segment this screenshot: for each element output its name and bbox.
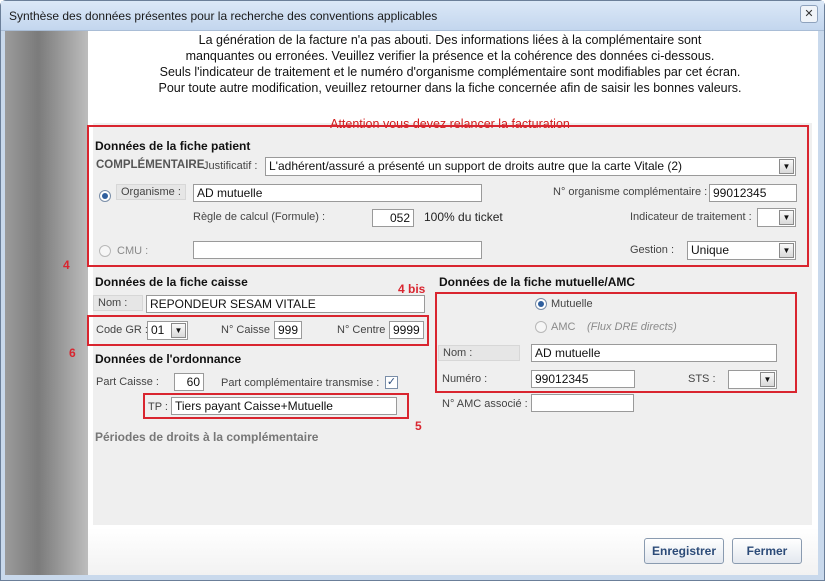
close-icon[interactable]: ✕ <box>800 5 818 23</box>
message-line-4: Pour toute autre modification, veuillez … <box>158 81 742 95</box>
caisse-nom-label: Nom : <box>93 295 143 311</box>
annotation-number-5: 5 <box>415 419 422 433</box>
caisse-nom-field: REPONDEUR SESAM VITALE <box>146 295 425 313</box>
mutuelle-section-title: Données de la fiche mutuelle/AMC <box>439 275 636 289</box>
message-line-3: Seuls l'indicateur de traitement et le n… <box>159 65 741 79</box>
annotation-box-4 <box>87 125 809 267</box>
message-line-1: La génération de la facture n'a pas abou… <box>198 33 702 47</box>
amc-assoc-label: N° AMC associé : <box>442 398 528 410</box>
close-button[interactable]: Fermer <box>732 538 802 564</box>
amc-assoc-field <box>531 394 634 412</box>
message-line-2: manquantes ou erronées. Veuillez verifie… <box>185 49 715 63</box>
save-button[interactable]: Enregistrer <box>644 538 724 564</box>
annotation-number-4: 4 <box>63 258 70 272</box>
annotation-number-4bis: 4 bis <box>398 282 426 296</box>
part-caisse-label: Part Caisse : <box>96 376 159 388</box>
left-decoration <box>5 31 88 575</box>
periodes-title: Périodes de droits à la complémentaire <box>95 430 319 444</box>
annotation-box-5 <box>143 393 409 419</box>
annotation-box-4bis <box>435 292 797 393</box>
annotation-number-6: 6 <box>69 346 76 360</box>
part-caisse-field: 60 <box>174 373 204 391</box>
part-compl-checkbox[interactable]: ✓ <box>385 376 398 389</box>
part-compl-label: Part complémentaire transmise : <box>221 377 380 389</box>
ordonnance-section-title: Données de l'ordonnance <box>95 352 242 366</box>
title-bar: Synthèse des données présentes pour la r… <box>1 1 824 31</box>
caisse-section-title: Données de la fiche caisse <box>95 275 248 289</box>
window-title: Synthèse des données présentes pour la r… <box>9 9 438 23</box>
annotation-box-6 <box>87 315 429 346</box>
